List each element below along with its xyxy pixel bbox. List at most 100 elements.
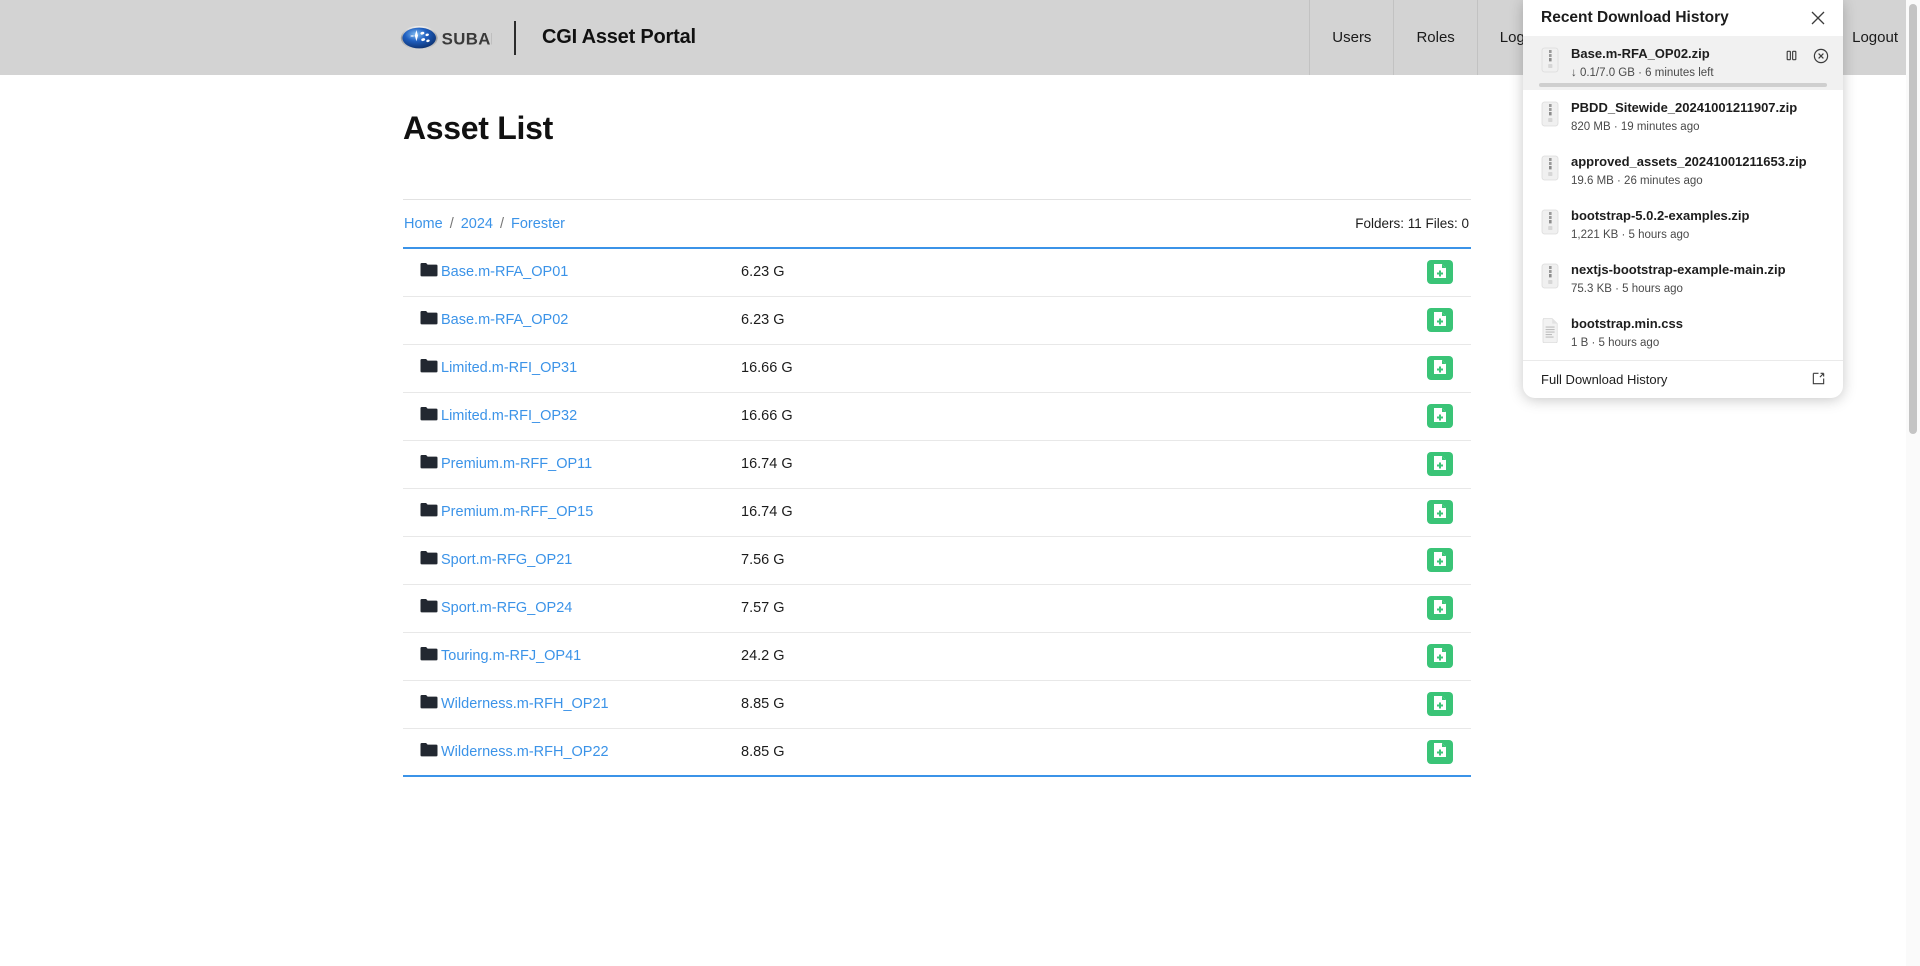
download-asset-button[interactable] (1427, 356, 1453, 380)
zip-file-icon (1539, 209, 1561, 235)
row-name-cell: Base.m-RFA_OP01 (441, 248, 741, 296)
download-item-meta: bootstrap.min.css 1 B · 5 hours ago (1571, 315, 1829, 351)
row-action-cell (1411, 344, 1471, 392)
asset-link[interactable]: Sport.m-RFG_OP24 (441, 600, 572, 616)
download-items-list: Base.m-RFA_OP02.zip ↓ 0.1/7.0 GB · 6 minu… (1523, 36, 1843, 360)
table-row: Sport.m-RFG_OP24 7.57 G (403, 584, 1471, 632)
document-file-icon (1539, 317, 1561, 343)
row-spacer-cell (991, 440, 1411, 488)
table-row: Wilderness.m-RFH_OP22 8.85 G (403, 728, 1471, 776)
asset-size: 16.74 G (741, 456, 793, 472)
row-name-cell: Limited.m-RFI_OP31 (441, 344, 741, 392)
folder-icon (420, 358, 441, 378)
file-download-icon (1433, 551, 1447, 570)
row-folder-icon-cell (403, 488, 441, 536)
row-folder-icon-cell (403, 248, 441, 296)
asset-size: 8.85 G (741, 743, 785, 760)
folder-icon (420, 502, 441, 522)
row-folder-icon-cell (403, 680, 441, 728)
full-download-history-link[interactable]: Full Download History (1541, 372, 1667, 387)
asset-link[interactable]: Sport.m-RFG_OP21 (441, 552, 572, 568)
download-asset-button[interactable] (1427, 644, 1453, 668)
asset-size: 24.2 G (741, 648, 785, 664)
row-action-cell (1411, 488, 1471, 536)
row-name-cell: Touring.m-RFJ_OP41 (441, 632, 741, 680)
download-item-name: PBDD_Sitewide_20241001211907.zip (1571, 99, 1798, 115)
row-folder-icon-cell (403, 536, 441, 584)
row-action-cell (1411, 440, 1471, 488)
asset-link[interactable]: Limited.m-RFI_OP32 (441, 408, 577, 424)
asset-link[interactable]: Wilderness.m-RFH_OP21 (441, 696, 609, 712)
download-asset-button[interactable] (1427, 452, 1453, 476)
download-item-name: bootstrap.min.css (1571, 315, 1683, 331)
subaru-logo: SUBARU (400, 18, 492, 58)
row-folder-icon-cell (403, 344, 441, 392)
download-asset-button[interactable] (1427, 739, 1453, 764)
asset-size: 8.85 G (741, 696, 785, 712)
breadcrumb-item-2024[interactable]: 2024 (461, 216, 493, 232)
download-panel-header: Recent Download History (1523, 0, 1843, 36)
download-item-name: nextjs-bootstrap-example-main.zip (1571, 261, 1786, 277)
row-action-cell (1411, 632, 1471, 680)
row-spacer-cell (991, 392, 1411, 440)
zip-file-icon (1539, 47, 1561, 73)
cancel-circle-icon[interactable] (1812, 47, 1829, 64)
download-item-name: approved_assets_20241001211653.zip (1571, 153, 1807, 169)
scrollbar-thumb[interactable] (1909, 4, 1917, 434)
file-download-icon (1433, 647, 1447, 666)
folder-icon (420, 262, 441, 282)
asset-link[interactable]: Premium.m-RFF_OP15 (441, 504, 593, 520)
asset-link[interactable]: Touring.m-RFJ_OP41 (441, 648, 581, 664)
download-asset-button[interactable] (1427, 548, 1453, 572)
page-scrollbar[interactable] (1906, 0, 1920, 966)
zip-file-icon (1539, 263, 1561, 289)
folder-icon (420, 598, 441, 618)
asset-link[interactable]: Limited.m-RFI_OP31 (441, 360, 577, 376)
download-asset-button[interactable] (1427, 404, 1453, 428)
download-item[interactable]: Base.m-RFA_OP02.zip ↓ 0.1/7.0 GB · 6 minu… (1523, 36, 1843, 90)
download-asset-button[interactable] (1427, 308, 1453, 332)
download-asset-button[interactable] (1427, 500, 1453, 524)
download-item[interactable]: PBDD_Sitewide_20241001211907.zip 820 MB ·… (1523, 90, 1843, 144)
pause-icon[interactable] (1783, 47, 1800, 64)
brand-zone: SUBARU CGI Asset Portal (400, 18, 696, 58)
asset-link[interactable]: Base.m-RFA_OP02 (441, 312, 568, 328)
close-icon[interactable] (1809, 9, 1827, 27)
breadcrumb: Home / 2024 / Forester (404, 216, 565, 232)
nav-item-users[interactable]: Users (1309, 0, 1393, 75)
asset-link[interactable]: Wilderness.m-RFH_OP22 (441, 744, 609, 760)
download-item[interactable]: approved_assets_20241001211653.zip 19.6 M… (1523, 144, 1843, 198)
download-asset-button[interactable] (1427, 596, 1453, 620)
row-folder-icon-cell (403, 632, 441, 680)
row-name-cell: Wilderness.m-RFH_OP22 (441, 728, 741, 776)
download-asset-button[interactable] (1427, 692, 1453, 716)
download-item[interactable]: bootstrap.min.css 1 B · 5 hours ago (1523, 306, 1843, 360)
breadcrumb-item-forester[interactable]: Forester (511, 216, 565, 232)
download-asset-button[interactable] (1427, 260, 1453, 285)
download-item[interactable]: nextjs-bootstrap-example-main.zip 75.3 KB… (1523, 252, 1843, 306)
row-action-cell (1411, 248, 1471, 296)
download-panel-footer[interactable]: Full Download History (1523, 359, 1843, 398)
table-row: Base.m-RFA_OP02 6.23 G (403, 296, 1471, 344)
table-row: Touring.m-RFJ_OP41 24.2 G (403, 632, 1471, 680)
download-item-name: Base.m-RFA_OP02.zip (1571, 46, 1710, 61)
row-size-cell: 16.74 G (741, 488, 991, 536)
breadcrumb-item-home[interactable]: Home (404, 216, 443, 232)
folder-icon (420, 454, 441, 474)
row-spacer-cell (991, 584, 1411, 632)
download-item-status: 820 MB · 19 minutes ago (1571, 120, 1700, 133)
row-action-cell (1411, 392, 1471, 440)
row-size-cell: 8.85 G (741, 728, 991, 776)
page-title: Asset List (403, 110, 553, 146)
asset-link[interactable]: Base.m-RFA_OP01 (441, 264, 568, 280)
download-item[interactable]: bootstrap-5.0.2-examples.zip 1,221 KB · 5… (1523, 198, 1843, 252)
svg-text:SUBARU: SUBARU (442, 29, 492, 48)
row-folder-icon-cell (403, 728, 441, 776)
asset-link[interactable]: Premium.m-RFF_OP11 (441, 456, 592, 472)
external-link-icon[interactable] (1811, 371, 1827, 387)
file-download-icon (1433, 311, 1447, 330)
file-download-icon (1433, 742, 1447, 761)
asset-size: 16.66 G (741, 408, 793, 424)
row-name-cell: Premium.m-RFF_OP15 (441, 488, 741, 536)
nav-item-roles[interactable]: Roles (1393, 0, 1476, 75)
